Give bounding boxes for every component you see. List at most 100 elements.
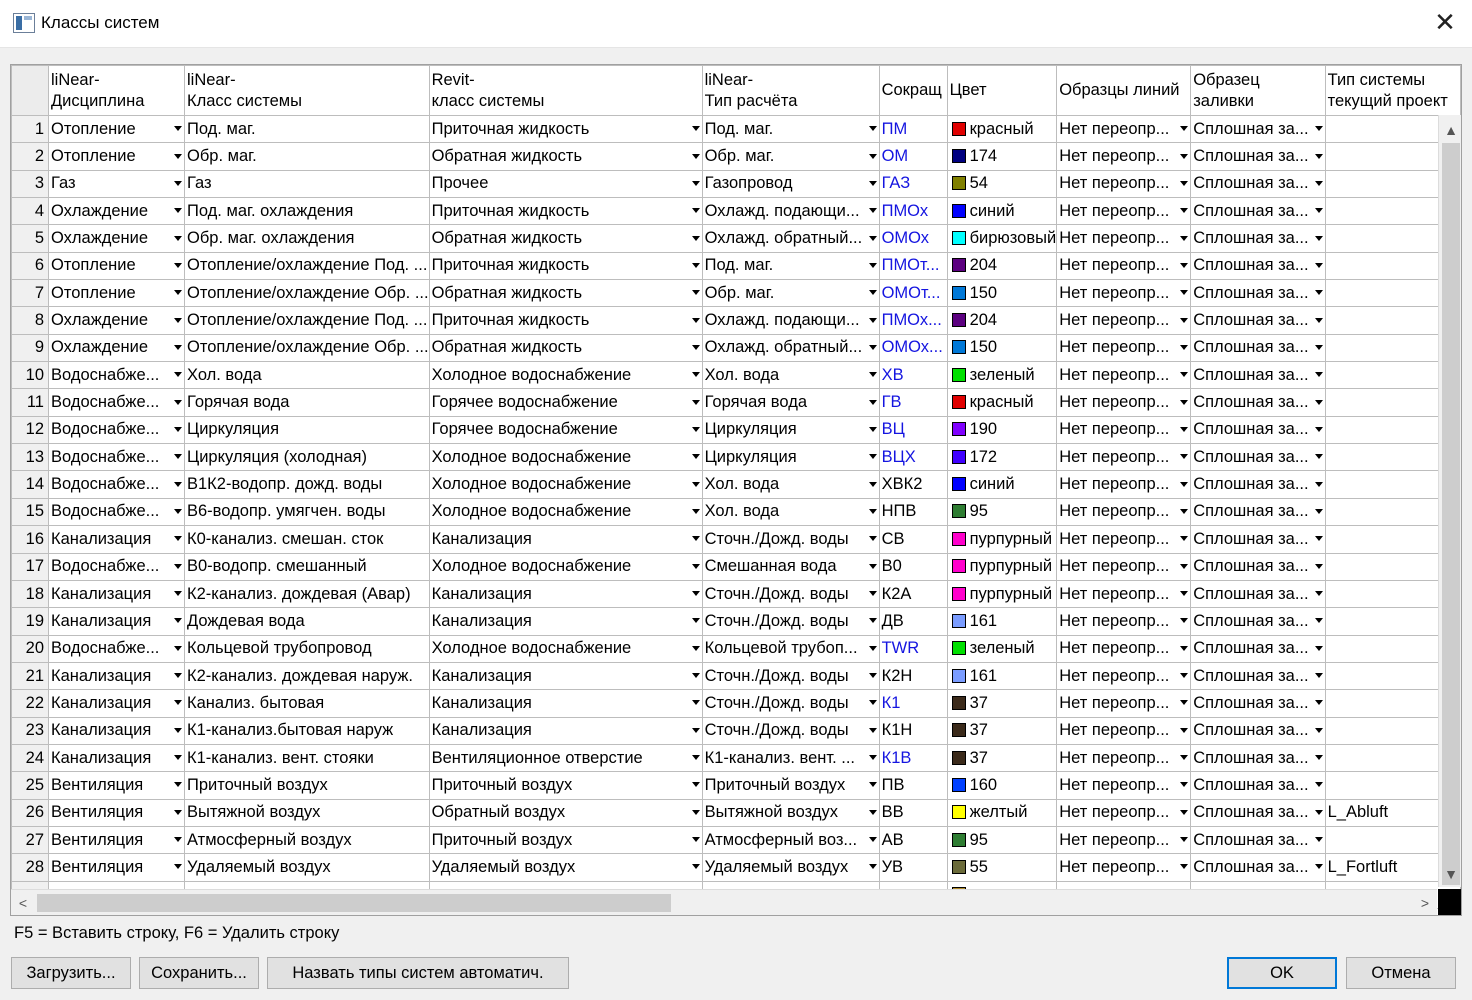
table-row[interactable]: 24 Канализация К1-канализ. вент. стояки Вен… bbox=[11, 743, 1461, 773]
cell-revit-class[interactable]: Канализация bbox=[428, 607, 703, 636]
cell-fill-pattern[interactable]: Сплошная за... bbox=[1190, 224, 1326, 253]
col-header-abbreviation[interactable]: Сокращ bbox=[878, 65, 948, 116]
cell-revit-class[interactable]: Холодное водоснабжение bbox=[428, 552, 703, 581]
cell-discipline[interactable]: Охлаждение bbox=[48, 306, 185, 335]
table-row[interactable]: 26 Вентиляция Вытяжной воздух Обратный возд… bbox=[11, 798, 1461, 827]
dropdown-arrow-icon[interactable] bbox=[174, 645, 182, 651]
dropdown-arrow-icon[interactable] bbox=[1314, 399, 1323, 405]
cell-line-pattern[interactable]: Нет переопр... bbox=[1056, 224, 1192, 253]
dropdown-arrow-icon[interactable] bbox=[691, 208, 700, 214]
cell-abbreviation[interactable]: TWR bbox=[878, 634, 948, 663]
cell-system-class[interactable]: Обр. маг. bbox=[184, 142, 430, 171]
cell-system-class[interactable]: Циркуляция bbox=[184, 415, 430, 445]
dropdown-arrow-icon[interactable] bbox=[868, 700, 877, 706]
cell-line-pattern[interactable]: Нет переопр... bbox=[1056, 361, 1192, 390]
dropdown-arrow-icon[interactable] bbox=[1314, 673, 1323, 679]
cell-abbreviation[interactable]: СВ bbox=[878, 525, 948, 554]
cell-fill-pattern[interactable]: Сплошная за... bbox=[1190, 798, 1326, 827]
cell-color[interactable]: желтый bbox=[946, 798, 1058, 827]
dropdown-arrow-icon[interactable] bbox=[691, 782, 700, 788]
close-icon[interactable]: ✕ bbox=[1432, 9, 1458, 37]
cell-revit-class[interactable]: Горячее водоснабжение bbox=[428, 388, 703, 417]
col-header-revit-class[interactable]: Revit- класс системы bbox=[428, 65, 703, 116]
dropdown-arrow-icon[interactable] bbox=[691, 700, 700, 706]
cell-calc-type[interactable]: Кольцевой трубоп... bbox=[701, 634, 880, 663]
table-row[interactable]: 28 Вентиляция Удаляемый воздух Удаляемый во… bbox=[11, 853, 1461, 882]
cell-abbreviation[interactable]: К1 bbox=[878, 689, 948, 718]
table-row[interactable]: 12 Водоснабже... Циркуляция Горячее водосна… bbox=[11, 415, 1461, 445]
dropdown-arrow-icon[interactable] bbox=[868, 126, 877, 132]
cell-calc-type[interactable]: Охлажд. обратный... bbox=[701, 224, 880, 253]
cell-calc-type[interactable]: Циркуляция bbox=[701, 443, 880, 472]
cell-fill-pattern[interactable]: Сплошная за... bbox=[1190, 552, 1326, 581]
table-row[interactable]: 21 Канализация К2-канализ. дождевая наруж.… bbox=[11, 661, 1461, 691]
cell-system-class[interactable]: Горячая вода bbox=[184, 388, 430, 417]
dropdown-arrow-icon[interactable] bbox=[691, 508, 700, 514]
cell-system-class[interactable]: Отопление/охлаждение Обр. ... bbox=[184, 279, 430, 308]
dropdown-arrow-icon[interactable] bbox=[1314, 536, 1323, 542]
cell-color[interactable]: 204 bbox=[946, 251, 1058, 281]
dropdown-arrow-icon[interactable] bbox=[1180, 618, 1189, 624]
dropdown-arrow-icon[interactable] bbox=[1180, 454, 1189, 460]
row-number[interactable]: 2 bbox=[11, 142, 49, 171]
cell-discipline[interactable]: Водоснабже... bbox=[48, 443, 185, 472]
dropdown-arrow-icon[interactable] bbox=[1314, 700, 1323, 706]
cell-system-class[interactable]: Дождевая вода bbox=[184, 607, 430, 636]
cell-calc-type[interactable]: Сточн./Дожд. воды bbox=[701, 716, 880, 745]
col-header-calc-type[interactable]: liNear- Тип расчёта bbox=[701, 65, 880, 116]
table-row[interactable]: 25 Вентиляция Приточный воздух Приточный во… bbox=[11, 771, 1461, 800]
cell-calc-type[interactable]: Приточный воздух bbox=[701, 771, 880, 800]
dropdown-arrow-icon[interactable] bbox=[868, 864, 877, 870]
cell-discipline[interactable]: Водоснабже... bbox=[48, 470, 185, 499]
dropdown-arrow-icon[interactable] bbox=[691, 864, 700, 870]
dropdown-arrow-icon[interactable] bbox=[174, 618, 182, 624]
dropdown-arrow-icon[interactable] bbox=[174, 235, 182, 241]
row-number[interactable]: 8 bbox=[11, 306, 49, 335]
cell-line-pattern[interactable]: Нет переопр... bbox=[1056, 798, 1192, 827]
dropdown-arrow-icon[interactable] bbox=[1314, 755, 1323, 761]
cell-color[interactable]: 37 bbox=[946, 743, 1058, 773]
dropdown-arrow-icon[interactable] bbox=[1314, 180, 1323, 186]
cell-revit-class[interactable]: Канализация bbox=[428, 716, 703, 745]
cell-line-pattern[interactable]: Нет переопр... bbox=[1056, 525, 1192, 554]
cell-revit-class[interactable]: Холодное водоснабжение bbox=[428, 470, 703, 499]
cell-discipline[interactable]: Отопление bbox=[48, 114, 185, 144]
row-number[interactable]: 27 bbox=[11, 825, 49, 855]
dropdown-arrow-icon[interactable] bbox=[1314, 645, 1323, 651]
cell-fill-pattern[interactable]: Сплошная за... bbox=[1190, 716, 1326, 745]
cell-calc-type[interactable]: Вытяжной воздух bbox=[701, 798, 880, 827]
cell-fill-pattern[interactable]: Сплошная за... bbox=[1190, 197, 1326, 226]
cell-fill-pattern[interactable]: Сплошная за... bbox=[1190, 743, 1326, 773]
cell-calc-type[interactable]: Хол. вода bbox=[701, 497, 880, 527]
cell-abbreviation[interactable]: ПМОт... bbox=[878, 251, 948, 281]
cell-system-class[interactable]: Под. маг. охлаждения bbox=[184, 197, 430, 226]
table-row[interactable]: 23 Канализация К1-канализ.бытовая наруж Кан… bbox=[11, 716, 1461, 745]
dropdown-arrow-icon[interactable] bbox=[868, 782, 877, 788]
dropdown-arrow-icon[interactable] bbox=[1180, 591, 1189, 597]
cell-abbreviation[interactable]: ПМ bbox=[878, 114, 948, 144]
dropdown-arrow-icon[interactable] bbox=[691, 153, 700, 159]
dropdown-arrow-icon[interactable] bbox=[1180, 426, 1189, 432]
cell-color[interactable]: 95 bbox=[946, 825, 1058, 855]
ok-button[interactable]: OK bbox=[1227, 957, 1337, 989]
row-header-corner[interactable] bbox=[11, 65, 49, 116]
dropdown-arrow-icon[interactable] bbox=[691, 837, 700, 843]
cell-line-pattern[interactable]: Нет переопр... bbox=[1056, 114, 1192, 144]
dropdown-arrow-icon[interactable] bbox=[1180, 700, 1189, 706]
dropdown-arrow-icon[interactable] bbox=[1314, 618, 1323, 624]
cell-abbreviation[interactable]: К2А bbox=[878, 579, 948, 609]
cell-color[interactable]: 161 bbox=[946, 607, 1058, 636]
table-row[interactable]: 9 Охлаждение Отопление/охлаждение Обр. ...… bbox=[11, 333, 1461, 363]
cell-revit-class[interactable]: Удаляемый воздух bbox=[428, 853, 703, 882]
row-number[interactable]: 15 bbox=[11, 497, 49, 527]
dropdown-arrow-icon[interactable] bbox=[868, 563, 877, 569]
cell-abbreviation[interactable]: ВВ bbox=[878, 798, 948, 827]
cell-line-pattern[interactable]: Нет переопр... bbox=[1056, 415, 1192, 445]
table-row[interactable]: 6 Отопление Отопление/охлаждение Под. ... П… bbox=[11, 251, 1461, 281]
dropdown-arrow-icon[interactable] bbox=[1314, 317, 1323, 323]
cell-revit-class[interactable]: Прочее bbox=[428, 169, 703, 199]
cell-discipline[interactable]: Водоснабже... bbox=[48, 497, 185, 527]
dropdown-arrow-icon[interactable] bbox=[868, 344, 877, 350]
dropdown-arrow-icon[interactable] bbox=[174, 563, 182, 569]
cell-discipline[interactable]: Канализация bbox=[48, 525, 185, 554]
